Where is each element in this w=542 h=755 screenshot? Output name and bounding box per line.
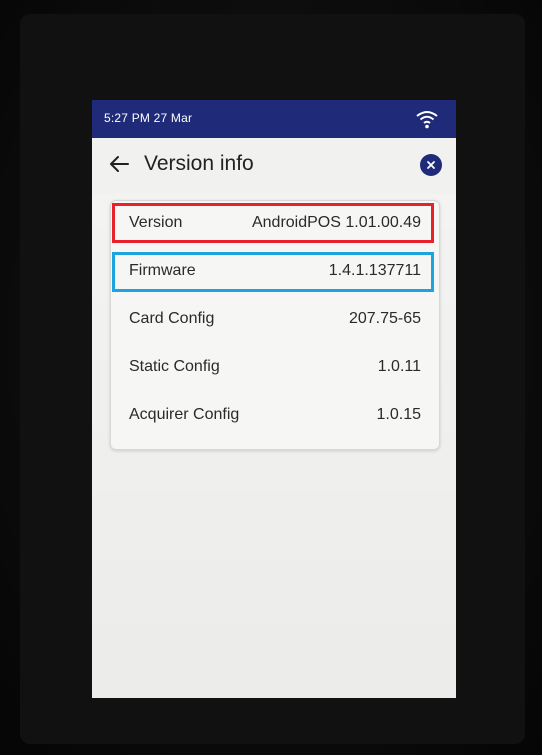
info-label: Static Config bbox=[129, 358, 220, 375]
info-label: Firmware bbox=[129, 262, 196, 279]
wifi-icon bbox=[416, 109, 438, 129]
device-screen: 5:27 PM 27 Mar Version info Version Andr… bbox=[92, 100, 456, 698]
info-row-static-config: Static Config 1.0.11 bbox=[111, 347, 439, 387]
info-label: Acquirer Config bbox=[129, 406, 240, 423]
version-info-card: Version AndroidPOS 1.01.00.49 Firmware 1… bbox=[110, 200, 440, 450]
status-time: 5:27 PM 27 Mar bbox=[104, 111, 193, 125]
info-row-card-config: Card Config 207.75-65 bbox=[111, 299, 439, 339]
info-label: Card Config bbox=[129, 310, 215, 327]
info-label: Version bbox=[129, 214, 183, 231]
info-row-acquirer-config: Acquirer Config 1.0.15 bbox=[111, 395, 439, 435]
info-value: AndroidPOS 1.01.00.49 bbox=[251, 214, 421, 231]
info-value: 1.0.11 bbox=[377, 358, 421, 375]
arrow-left-icon[interactable] bbox=[108, 153, 130, 175]
close-icon[interactable] bbox=[420, 154, 442, 176]
info-row-firmware: Firmware 1.4.1.137711 bbox=[111, 251, 439, 292]
info-value: 1.4.1.137711 bbox=[328, 262, 421, 279]
info-value: 207.75-65 bbox=[348, 310, 421, 327]
info-value: 1.0.15 bbox=[376, 406, 421, 423]
page-title: Version info bbox=[144, 152, 254, 175]
info-row-version: Version AndroidPOS 1.01.00.49 bbox=[111, 203, 439, 243]
status-bar: 5:27 PM 27 Mar bbox=[92, 100, 456, 138]
app-header: Version info bbox=[92, 138, 456, 194]
photo-background: 5:27 PM 27 Mar Version info Version Andr… bbox=[0, 0, 542, 755]
